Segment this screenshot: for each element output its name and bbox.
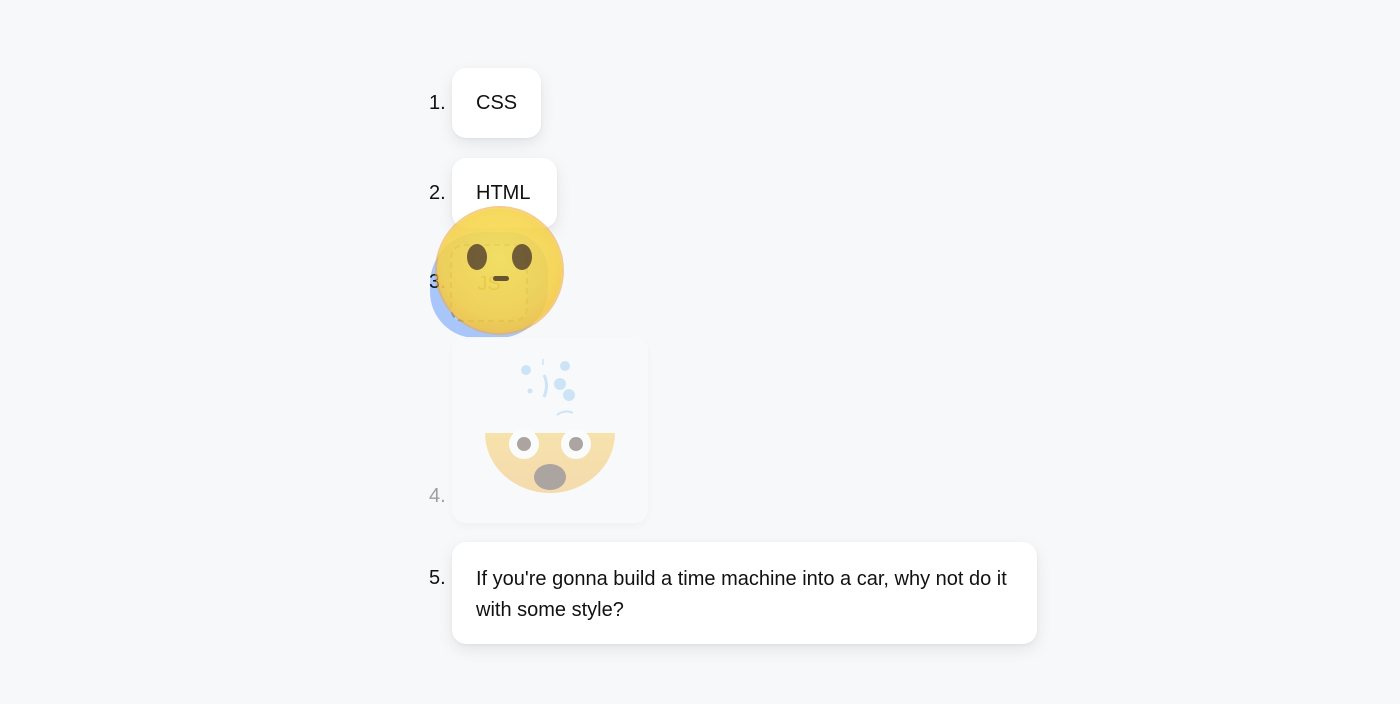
list-item-emoji[interactable] [452, 337, 648, 523]
eye-icon [512, 244, 532, 270]
eye-icon [467, 244, 487, 270]
list-item-label: CSS [476, 91, 518, 114]
list-item-label: If you're gonna build a time machine int… [476, 568, 1007, 621]
dragging-face-icon[interactable] [437, 208, 562, 333]
mouth-icon [493, 276, 509, 281]
sortable-list: 1. CSS 2. HTML 3. JS 4. [0, 0, 1400, 704]
list-item-css[interactable]: CSS [452, 68, 541, 138]
exploding-head-emoji-icon [485, 359, 615, 493]
list-item-quote[interactable]: If you're gonna build a time machine int… [452, 542, 1037, 644]
list-number: 1. [429, 92, 446, 114]
list-number: 4. [429, 485, 446, 507]
list-number: 5. [429, 567, 446, 589]
list-item-label: HTML [476, 181, 531, 204]
list-number: 2. [429, 182, 446, 204]
